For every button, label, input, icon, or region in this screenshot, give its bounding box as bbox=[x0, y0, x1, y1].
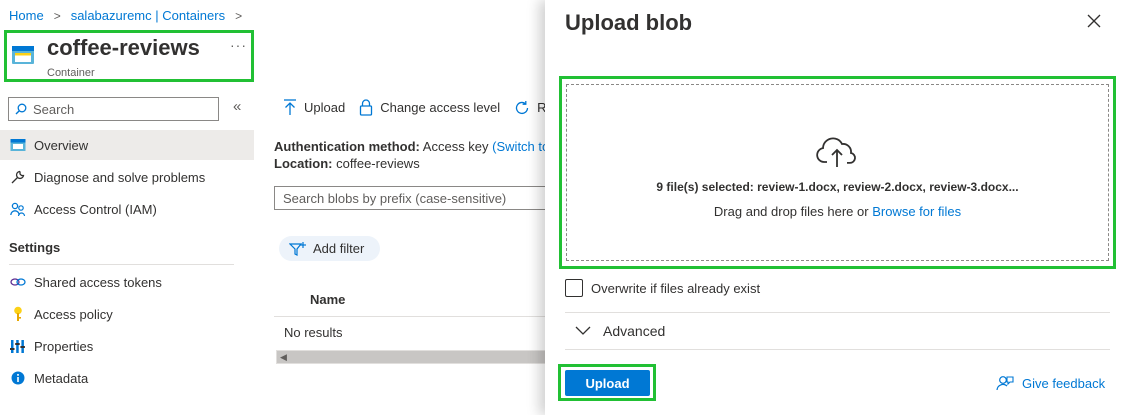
chevron-right-icon: > bbox=[53, 8, 61, 23]
auth-method-row: Authentication method: Access key (Switc… bbox=[274, 139, 549, 154]
info-icon bbox=[9, 370, 26, 387]
divider bbox=[565, 349, 1110, 350]
advanced-expander[interactable]: Advanced bbox=[575, 323, 665, 339]
sidebar-item-label: Access policy bbox=[34, 306, 113, 322]
lock-icon bbox=[360, 99, 373, 116]
horizontal-scrollbar[interactable]: ◀ bbox=[276, 350, 556, 364]
container-icon bbox=[9, 137, 26, 154]
change-access-level-label: Change access level bbox=[380, 100, 501, 115]
auth-method-value: Access key bbox=[422, 139, 489, 154]
sidebar-item-label: Overview bbox=[34, 137, 89, 153]
sidebar-item-label: Shared access tokens bbox=[34, 274, 162, 290]
wrench-icon bbox=[9, 169, 26, 186]
change-access-level-button[interactable]: Change access level bbox=[359, 99, 500, 116]
drag-drop-text: Drag and drop files here or bbox=[713, 204, 869, 219]
more-options-icon[interactable]: ··· bbox=[230, 37, 247, 53]
sidebar-item-label: Metadata bbox=[34, 370, 89, 386]
command-bar: Upload Change access level R bbox=[283, 99, 561, 116]
sidebar-item-diagnose[interactable]: Diagnose and solve problems bbox=[0, 162, 254, 192]
divider bbox=[274, 316, 554, 317]
breadcrumb-containers-link[interactable]: salabazuremc | Containers bbox=[71, 8, 225, 23]
overwrite-label: Overwrite if files already exist bbox=[591, 281, 761, 296]
search-placeholder: Search bbox=[33, 101, 75, 117]
upload-command-label: Upload bbox=[304, 100, 346, 115]
feedback-icon bbox=[996, 376, 1014, 391]
advanced-label: Advanced bbox=[603, 323, 666, 339]
sidebar-item-label: Properties bbox=[34, 338, 94, 354]
sidebar-item-iam[interactable]: Access Control (IAM) bbox=[0, 194, 254, 224]
overwrite-checkbox[interactable] bbox=[565, 279, 583, 297]
refresh-icon bbox=[516, 100, 529, 114]
key-icon bbox=[9, 306, 26, 323]
auth-method-label: Authentication method: bbox=[274, 139, 420, 154]
panel-title: Upload blob bbox=[565, 10, 693, 35]
breadcrumb-home-link[interactable]: Home bbox=[9, 8, 44, 23]
scroll-left-icon[interactable]: ◀ bbox=[280, 351, 287, 363]
refresh-button[interactable]: R bbox=[514, 100, 547, 116]
divider bbox=[9, 264, 234, 265]
location-value: coffee-reviews bbox=[336, 156, 420, 171]
location-row: Location: coffee-reviews bbox=[274, 156, 420, 171]
upload-command-button[interactable]: Upload bbox=[283, 99, 345, 116]
sidebar-item-metadata[interactable]: Metadata bbox=[0, 363, 254, 393]
page-subtitle: Container bbox=[47, 67, 95, 79]
collapse-sidebar-icon[interactable]: « bbox=[233, 98, 241, 115]
sidebar-item-shared-access-tokens[interactable]: Shared access tokens bbox=[0, 267, 254, 297]
add-filter-label: Add filter bbox=[313, 241, 365, 256]
sidebar-item-label: Diagnose and solve problems bbox=[34, 169, 206, 185]
location-label: Location: bbox=[274, 156, 333, 171]
column-header-name[interactable]: Name bbox=[310, 292, 345, 307]
close-icon[interactable] bbox=[1085, 12, 1103, 30]
upload-button[interactable]: Upload bbox=[565, 370, 650, 396]
people-icon bbox=[9, 201, 26, 218]
sidebar-item-properties[interactable]: Properties bbox=[0, 331, 254, 361]
sidebar-item-access-policy[interactable]: Access policy bbox=[0, 299, 254, 329]
give-feedback-label: Give feedback bbox=[1022, 375, 1106, 391]
chevron-down-icon bbox=[575, 326, 591, 335]
sidebar-item-overview[interactable]: Overview bbox=[0, 130, 254, 160]
breadcrumb: Home > salabazuremc | Containers > bbox=[9, 8, 252, 23]
properties-icon bbox=[9, 338, 26, 355]
upload-icon bbox=[284, 99, 296, 115]
blob-prefix-search-input[interactable]: Search blobs by prefix (case-sensitive) bbox=[274, 186, 564, 210]
switch-auth-link[interactable]: (Switch to bbox=[492, 139, 549, 154]
sidebar-item-label: Access Control (IAM) bbox=[34, 201, 157, 217]
add-filter-icon bbox=[289, 241, 306, 256]
divider bbox=[565, 312, 1110, 313]
add-filter-button[interactable]: Add filter bbox=[279, 236, 381, 261]
search-icon bbox=[15, 103, 27, 115]
empty-table-message: No results bbox=[284, 325, 343, 340]
chevron-right-icon: > bbox=[235, 8, 243, 23]
link-icon bbox=[9, 274, 26, 291]
settings-section-title: Settings bbox=[9, 240, 61, 255]
sidebar-search-input[interactable]: Search bbox=[8, 97, 219, 121]
drag-drop-row: Drag and drop files here or Browse for f… bbox=[566, 204, 1109, 219]
container-icon bbox=[12, 46, 34, 64]
give-feedback-link[interactable]: Give feedback bbox=[996, 375, 1105, 391]
browse-files-link[interactable]: Browse for files bbox=[872, 204, 961, 219]
file-drop-zone[interactable] bbox=[566, 84, 1109, 261]
page-title: coffee-reviews bbox=[47, 35, 200, 60]
selected-files-text: 9 file(s) selected: review-1.docx, revie… bbox=[656, 180, 1019, 194]
cloud-upload-icon bbox=[816, 137, 856, 167]
